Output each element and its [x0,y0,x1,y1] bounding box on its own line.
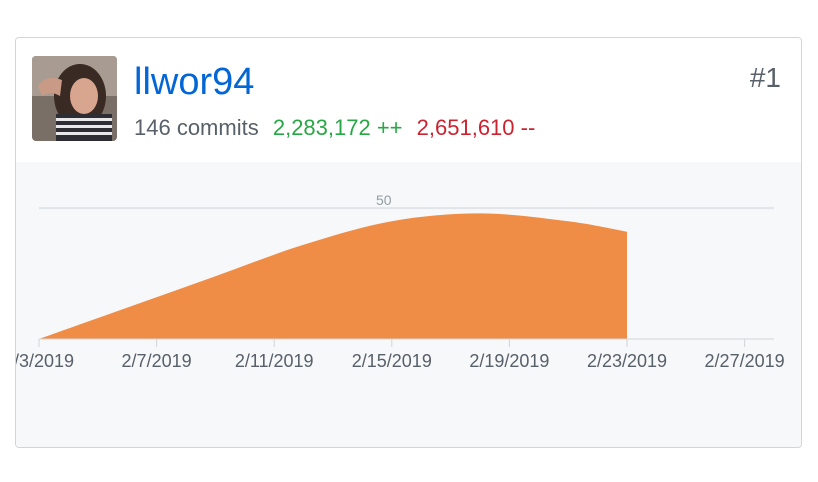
x-tick-label: 2/15/2019 [352,351,432,371]
chart-x-tick-labels: 2/3/2019 2/7/2019 2/11/2019 2/15/2019 2/19/2… [16,351,785,371]
deletions-count: 2,651,610 -- [416,115,536,140]
x-tick-label: 2/7/2019 [122,351,192,371]
x-tick-label: 2/23/2019 [587,351,667,371]
username-link[interactable]: llwor94 [134,60,254,104]
x-tick-label: 2/19/2019 [469,351,549,371]
x-tick-label: 2/3/2019 [16,351,74,371]
contributor-header: llwor94 #1 146 commits 2,283,172 ++ 2,65… [16,38,801,163]
x-tick-label: 2/27/2019 [705,351,785,371]
contributor-card: llwor94 #1 146 commits 2,283,172 ++ 2,65… [15,37,802,448]
y-tick-label: 50 [376,192,392,208]
contribution-chart: 50 2/3/2019 2/7/2019 2/11/2019 2/15/2019 2/1… [16,162,801,447]
user-avatar[interactable] [32,56,117,141]
area-series-0[interactable] [39,213,627,339]
avatar-photo-icon [32,56,117,141]
chart-area-series [39,213,627,339]
rank-label: #1 [749,62,781,93]
commits-count[interactable]: 146 commits [134,115,259,140]
additions-count: 2,283,172 ++ [272,115,403,140]
chart-svg: 50 2/3/2019 2/7/2019 2/11/2019 2/15/2019 2/1… [16,192,785,371]
chart-y-ticks: 50 [376,192,392,208]
x-tick-label: 2/11/2019 [235,351,314,371]
chart-x-axis [38,338,774,347]
contributor-stats: 146 commits 2,283,172 ++ 2,651,610 -- [134,114,535,142]
